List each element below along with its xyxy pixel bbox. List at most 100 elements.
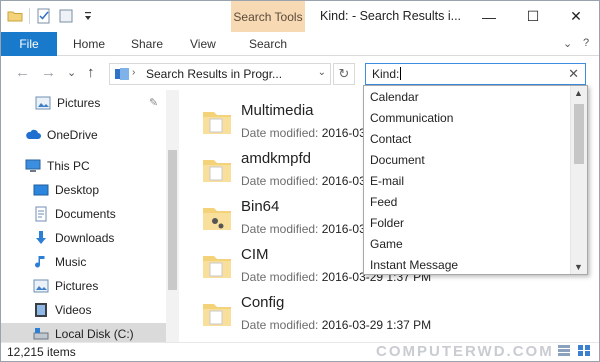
address-text: Search Results in Progr... [146,67,283,81]
kind-option[interactable]: E-mail [370,171,404,192]
nav-item-label: This PC [47,159,90,173]
scroll-down-icon[interactable]: ▼ [574,262,583,272]
kind-option[interactable]: Contact [370,129,411,150]
dropdown-scroll-thumb[interactable] [574,104,584,164]
ribbon-tabs: File Home Share View Search ⌄ ? [1,32,599,56]
file-date-modified: Date modified: 2016-03 [241,126,366,140]
file-date-modified: Date modified: 2016-03-29 1:37 PM [241,318,432,332]
file-name: amdkmpfd [241,150,312,167]
address-dropdown-icon[interactable]: ⌄ [318,67,326,78]
kind-option[interactable]: Calendar [370,87,419,108]
breadcrumb-chevron-icon[interactable]: › [132,67,135,78]
kind-option[interactable]: Folder [370,213,404,234]
tab-file[interactable]: File [1,32,57,56]
nav-item-label: Pictures [55,279,99,293]
recent-locations-button[interactable]: ⌄ [67,66,76,79]
toolbar-separator [29,8,30,24]
kind-option[interactable]: Feed [370,192,397,213]
refresh-button[interactable]: ↻ [333,63,355,85]
window-title: Kind: - Search Results i... [320,9,462,23]
maximize-button[interactable]: ☐ [511,1,555,32]
file-name: Bin64 [241,198,280,215]
nav-item-downloads[interactable]: Downloads [1,227,166,249]
scroll-up-icon[interactable]: ▲ [574,88,583,98]
clear-search-button[interactable]: ✕ [568,66,579,82]
kind-suggestions-dropdown: Calendar Communication Contact Document … [363,85,588,275]
up-button[interactable]: ↑ [87,64,95,81]
nav-pane-scroll-thumb[interactable] [168,150,177,290]
nav-item-onedrive[interactable]: OneDrive [1,124,166,146]
downloads-icon [36,231,46,244]
search-input[interactable]: Kind: ✕ [365,63,586,85]
folder-icon[interactable] [7,8,23,24]
pictures-icon [35,96,51,110]
nav-item-this-pc[interactable]: This PC [1,155,166,177]
nav-item-label: Desktop [55,183,100,197]
drive-icon [33,328,49,340]
expand-ribbon-icon[interactable]: ⌄ [563,37,572,50]
nav-item-desktop[interactable]: Desktop [1,179,166,201]
folder-icon [203,112,231,134]
customize-toolbar-icon[interactable] [80,8,96,24]
address-bar[interactable]: › Search Results in Progr... ⌄ [109,63,331,85]
nav-item-label: Videos [55,303,92,317]
nav-item-label: Music [55,255,87,269]
nav-item-label: Local Disk (C:) [55,327,134,341]
watermark-logo: COMPUTERWD.COM [376,343,554,360]
desktop-icon [33,184,49,196]
music-icon [35,256,45,268]
close-button[interactable]: ✕ [554,1,598,32]
details-view-icon[interactable] [557,344,571,357]
file-item[interactable]: Config Date modified: 2016-03-29 1:37 PM [201,290,561,338]
videos-icon [35,303,47,317]
search-query: Kind: [372,67,402,81]
folder-icon [203,208,231,230]
nav-item-label: Pictures [57,96,101,110]
search-tools-context-tab: Search Tools [231,1,305,32]
tab-view[interactable]: View [190,32,216,56]
title-bar: Search Tools Kind: - Search Results i...… [1,1,599,32]
explorer-window: Search Tools Kind: - Search Results i...… [0,0,600,362]
kind-option[interactable]: Document [370,150,425,171]
properties-icon[interactable] [36,8,52,24]
pin-icon[interactable]: ✎ [149,96,158,109]
folder-icon [203,160,231,182]
tab-home[interactable]: Home [73,32,105,56]
file-name: Multimedia [241,102,314,119]
computer-icon [25,159,41,172]
help-icon[interactable]: ? [583,37,589,49]
kind-option[interactable]: Instant Message [370,255,458,274]
item-count: 12,215 items [7,345,76,359]
nav-item-pictures-quick[interactable]: Pictures ✎ [1,92,166,114]
file-name: Config [241,294,285,311]
search-results-icon [115,68,129,80]
dropdown-scrollbar[interactable]: ▲ ▼ [570,86,587,274]
tab-share[interactable]: Share [131,32,163,56]
nav-item-label: Documents [55,207,116,221]
nav-item-videos[interactable]: Videos [1,299,166,321]
nav-item-local-disk[interactable]: Local Disk (C:) [1,323,166,342]
nav-item-pictures[interactable]: Pictures [1,275,166,297]
large-icons-view-icon[interactable] [577,344,591,357]
quick-access-toolbar [7,8,96,24]
nav-pane-scrollbar[interactable] [166,90,179,342]
nav-item-documents[interactable]: Documents [1,203,166,225]
file-date-modified: Date modified: 2016-03 [241,222,366,236]
file-date-modified: Date modified: 2016-03 [241,174,366,188]
folder-icon [203,304,231,326]
file-name: CIM [241,246,269,263]
nav-item-label: OneDrive [47,128,98,142]
pictures-icon [33,279,49,293]
kind-option[interactable]: Communication [370,108,453,129]
nav-item-music[interactable]: Music [1,251,166,273]
navigation-pane: Pictures ✎ OneDrive This PC Desktop Docu… [1,90,179,342]
kind-option[interactable]: Game [370,234,403,255]
back-button[interactable]: ← [15,64,30,81]
nav-item-label: Downloads [55,231,115,245]
minimize-button[interactable]: — [467,1,511,32]
folder-icon [203,256,231,278]
new-folder-icon[interactable] [58,8,74,24]
documents-icon [35,206,47,222]
forward-button[interactable]: → [41,64,56,81]
tab-search[interactable]: Search [231,32,305,56]
